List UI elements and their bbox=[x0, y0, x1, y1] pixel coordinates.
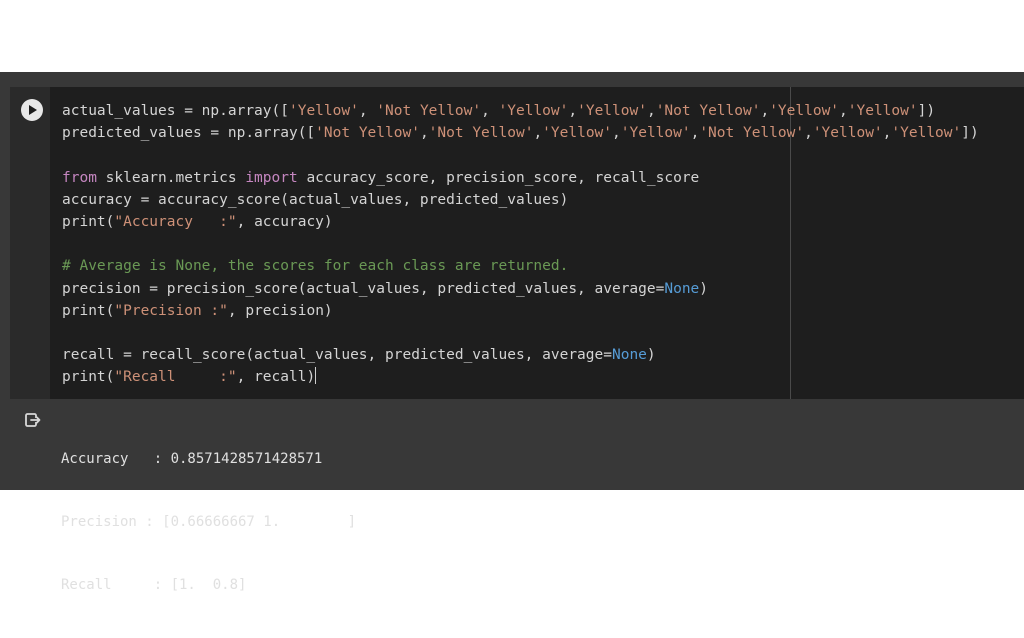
code-line: accuracy = accuracy_score(actual_values,… bbox=[62, 189, 1017, 211]
code-token: ]) bbox=[961, 125, 979, 142]
output-redirect-icon[interactable] bbox=[24, 411, 42, 429]
code-cell[interactable]: actual_values = np.array(['Yellow', 'Not… bbox=[10, 87, 1024, 399]
code-token: print( bbox=[62, 369, 115, 386]
code-token: 'Yellow' bbox=[288, 103, 359, 119]
code-token: None bbox=[611, 347, 647, 364]
code-token: , bbox=[533, 125, 543, 142]
code-token: , precision) bbox=[227, 302, 333, 319]
code-line: print("Precision :", precision) bbox=[62, 300, 1017, 322]
code-line: print("Recall :", recall) bbox=[62, 366, 1017, 388]
code-token: "Accuracy :" bbox=[114, 213, 237, 230]
code-token: ) bbox=[699, 280, 709, 297]
code-token: , bbox=[419, 125, 429, 142]
code-token: accuracy = accuracy_score(actual_values,… bbox=[62, 191, 569, 208]
code-token: 'Yellow' bbox=[542, 125, 613, 142]
code-token: 'Not Yellow' bbox=[315, 125, 420, 142]
code-token: , bbox=[760, 103, 770, 119]
output-line-recall: Recall : [1. 0.8] bbox=[61, 577, 247, 593]
code-token: 'Not Yellow' bbox=[428, 125, 534, 142]
code-token: None bbox=[664, 280, 700, 297]
code-token: 'Not Yellow' bbox=[655, 103, 761, 119]
code-line: predicted_values = np.array(['Not Yellow… bbox=[62, 122, 1017, 144]
cell-output: Accuracy : 0.8571428571428571 Precision … bbox=[10, 399, 1024, 593]
code-editor[interactable]: actual_values = np.array(['Yellow', 'Not… bbox=[62, 100, 1017, 390]
code-token: 'Yellow' bbox=[812, 125, 883, 142]
cell-gutter bbox=[10, 87, 50, 399]
code-token: recall = recall_score(actual_values, pre… bbox=[62, 347, 612, 364]
code-token: ) bbox=[646, 347, 656, 364]
code-token: 'Yellow' bbox=[620, 125, 691, 142]
code-token: , bbox=[646, 103, 656, 119]
code-token: , bbox=[568, 103, 578, 119]
code-token: 'Yellow' bbox=[891, 125, 962, 142]
code-token: from bbox=[62, 169, 97, 186]
code-token: sklearn.metrics bbox=[96, 169, 246, 186]
code-line: print("Accuracy :", accuracy) bbox=[62, 211, 1017, 233]
code-token: # Average is None, the scores for each c… bbox=[62, 258, 569, 275]
code-token: , bbox=[839, 103, 848, 119]
code-token: 'Yellow' bbox=[498, 103, 569, 119]
code-token: predicted_values = np.array([ bbox=[62, 125, 316, 142]
run-cell-button[interactable] bbox=[21, 99, 43, 121]
code-token: actual_values = np.array([ bbox=[62, 103, 289, 119]
text-cursor bbox=[315, 367, 317, 385]
code-token: 'Not Yellow' bbox=[376, 103, 482, 119]
code-token: precision = precision_score(actual_value… bbox=[62, 280, 665, 297]
code-line: actual_values = np.array(['Yellow', 'Not… bbox=[62, 100, 1017, 122]
code-token: "Precision :" bbox=[114, 302, 228, 319]
code-token: accuracy_score, precision_score, recall_… bbox=[297, 169, 700, 186]
code-token: ]) bbox=[917, 103, 936, 119]
code-token: , bbox=[481, 103, 499, 119]
output-line-precision: Precision : [0.66666667 1. ] bbox=[61, 514, 357, 530]
code-token: "Recall :" bbox=[114, 369, 237, 386]
code-token: 'Yellow' bbox=[577, 103, 647, 119]
code-line: # Average is None, the scores for each c… bbox=[62, 255, 1017, 277]
output-line-accuracy: Accuracy : 0.8571428571428571 bbox=[61, 451, 323, 467]
code-token: , recall) bbox=[236, 369, 316, 386]
output-text: Accuracy : 0.8571428571428571 Precision … bbox=[61, 407, 356, 638]
code-line: recall = recall_score(actual_values, pre… bbox=[62, 344, 1017, 366]
code-token: 'Yellow' bbox=[847, 103, 918, 119]
code-token: , bbox=[358, 103, 377, 119]
code-line: from sklearn.metrics import accuracy_sco… bbox=[62, 167, 1017, 189]
code-token: , bbox=[612, 125, 621, 142]
code-token: print( bbox=[62, 213, 115, 230]
code-token: print( bbox=[62, 302, 115, 319]
code-token: , accuracy) bbox=[236, 213, 333, 230]
code-token: 'Yellow' bbox=[769, 103, 840, 119]
code-token: 'Not Yellow' bbox=[699, 125, 805, 142]
notebook-frame: actual_values = np.array(['Yellow', 'Not… bbox=[0, 72, 1024, 593]
code-token: import bbox=[245, 169, 298, 186]
code-token: , bbox=[804, 125, 813, 142]
code-line: precision = precision_score(actual_value… bbox=[62, 278, 1017, 300]
